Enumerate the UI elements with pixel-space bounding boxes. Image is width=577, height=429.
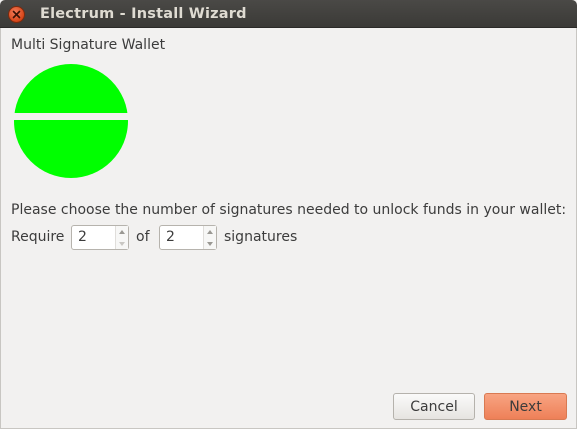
- total-increment-button[interactable]: [204, 226, 216, 237]
- require-label: Require: [11, 229, 65, 245]
- close-icon: [12, 10, 21, 19]
- graphic-top-half: [14, 64, 128, 113]
- cancel-button[interactable]: Cancel: [393, 393, 475, 420]
- close-window-button[interactable]: [8, 6, 25, 23]
- window-title: Electrum - Install Wizard: [40, 6, 247, 22]
- chevron-down-icon: [119, 241, 125, 246]
- total-signatures-value: 2: [166, 229, 175, 245]
- window-titlebar: Electrum - Install Wizard: [0, 0, 577, 28]
- required-signatures-spinbox[interactable]: 2: [71, 225, 129, 250]
- of-label: of: [136, 229, 150, 245]
- wizard-content: Multi Signature Wallet Please choose the…: [0, 28, 577, 429]
- required-decrement-button[interactable]: [116, 238, 128, 249]
- graphic-bottom-half: [14, 120, 128, 178]
- chevron-down-icon: [207, 241, 213, 246]
- total-signatures-spinbox[interactable]: 2: [159, 225, 217, 250]
- next-button[interactable]: Next: [484, 393, 567, 420]
- multisig-wallet-graphic: [14, 64, 128, 178]
- signatures-label: signatures: [224, 229, 298, 245]
- chevron-up-icon: [119, 229, 125, 234]
- required-increment-button[interactable]: [116, 226, 128, 237]
- chevron-up-icon: [207, 229, 213, 234]
- required-signatures-value: 2: [78, 229, 87, 245]
- total-decrement-button[interactable]: [204, 238, 216, 249]
- required-spin-arrows: [115, 226, 128, 249]
- total-spin-arrows: [203, 226, 216, 249]
- page-title: Multi Signature Wallet: [11, 37, 166, 53]
- require-row: Require 2 of 2 signatures: [11, 225, 531, 251]
- signatures-prompt: Please choose the number of signatures n…: [11, 202, 567, 218]
